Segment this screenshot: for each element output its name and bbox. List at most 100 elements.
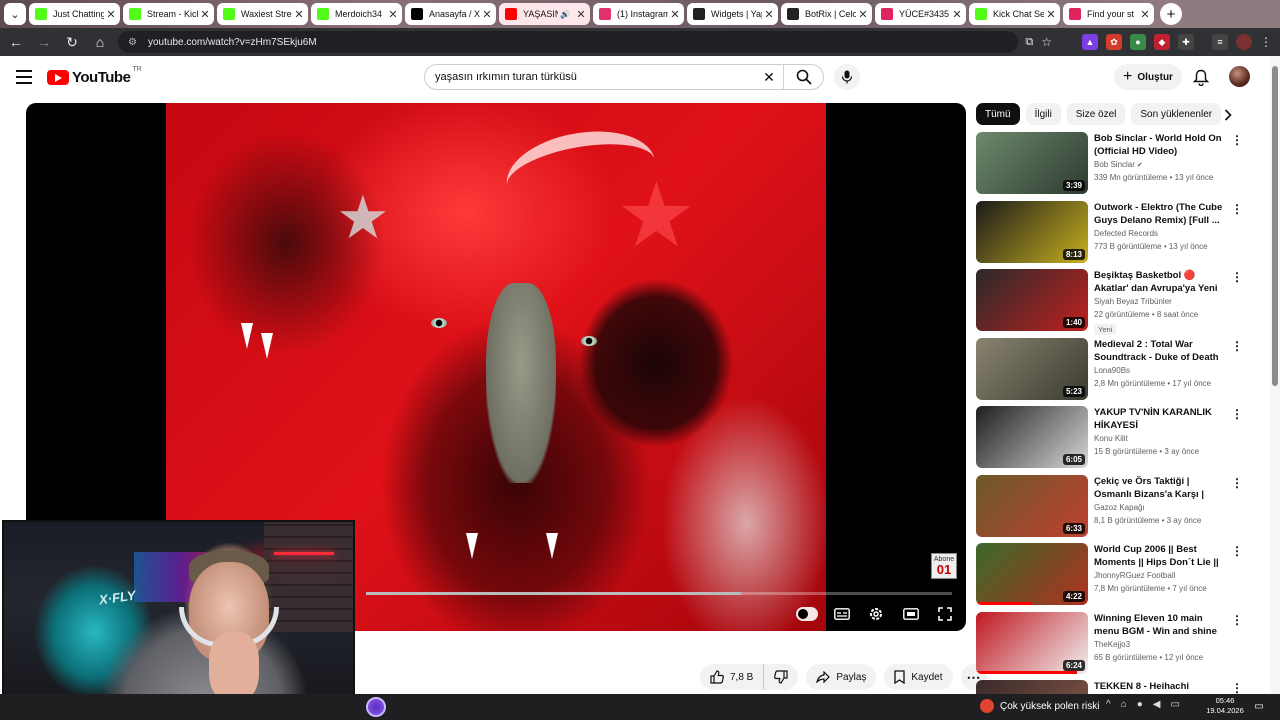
back-button[interactable]: ← (4, 30, 28, 54)
video-thumbnail[interactable]: 1:40 (976, 269, 1088, 331)
video-title[interactable]: Bob Sinclar - World Hold On (Official HD… (1094, 132, 1228, 158)
channel-name[interactable]: Siyah Beyaz Tribünler (1094, 297, 1172, 306)
scrollbar-thumb[interactable] (1272, 66, 1278, 386)
voice-search-button[interactable] (834, 64, 860, 90)
microphone-icon[interactable]: ● (1137, 699, 1143, 710)
fullscreen-button[interactable] (934, 603, 956, 625)
bookmark-star-icon[interactable]: ☆ (1041, 35, 1052, 49)
subscribe-watermark[interactable]: Abone 01 (931, 553, 957, 579)
like-button[interactable]: 7,8 B (700, 664, 765, 690)
recommendation-item[interactable]: 6:33 Çekiç ve Örs Taktiği | Osmanlı Bizan… (976, 474, 1246, 543)
video-title[interactable]: Çekiç ve Örs Taktiği | Osmanlı Bizans'a … (1094, 475, 1228, 501)
recommendation-item[interactable]: 1:40 Beşiktaş Basketbol 🔴 Akatlar' dan Av… (976, 268, 1246, 337)
close-tab-icon[interactable]: ✕ (386, 8, 400, 21)
close-tab-icon[interactable]: ✕ (950, 8, 964, 21)
theater-mode-button[interactable] (900, 603, 922, 625)
progress-bar[interactable] (366, 592, 952, 595)
filter-chip[interactable]: Size özel (1066, 103, 1126, 125)
video-thumbnail[interactable]: 6:24 (976, 611, 1088, 674)
more-vertical-icon[interactable]: ⋮ (1230, 544, 1244, 558)
filter-chip[interactable]: İlgili (1025, 103, 1061, 125)
close-tab-icon[interactable]: ✕ (574, 8, 588, 21)
extension-icon[interactable]: ✿ (1106, 34, 1122, 50)
more-vertical-icon[interactable]: ⋮ (1230, 133, 1244, 147)
video-thumbnail[interactable]: 6:05 (976, 406, 1088, 468)
search-input[interactable]: yaşasın ırkımın turan türküsü (425, 71, 755, 83)
browser-tab[interactable]: BotRix | Celo ✕ (781, 3, 872, 25)
video-title[interactable]: YAKUP TV'NİN KARANLIK HİKAYESİ (1094, 406, 1228, 432)
search-box[interactable]: yaşasın ırkımın turan türküsü ✕ (424, 64, 824, 90)
close-tab-icon[interactable]: ✕ (1138, 8, 1152, 21)
clear-search-icon[interactable]: ✕ (755, 69, 783, 86)
chevron-up-icon[interactable]: ^ (1106, 699, 1111, 710)
search-button[interactable] (783, 65, 823, 89)
battery-icon[interactable]: ▭ (1171, 699, 1180, 710)
video-title[interactable]: Outwork - Elektro (The Cube Guys Delano … (1094, 201, 1228, 227)
channel-name[interactable]: JhonnyRGuez Football (1094, 571, 1175, 580)
chips-next-button[interactable] (1219, 106, 1237, 124)
recommendation-item[interactable]: 3:39 Bob Sinclar - World Hold On (Officia… (976, 131, 1246, 200)
extensions-puzzle-icon[interactable]: ✚ (1178, 34, 1194, 50)
more-vertical-icon[interactable]: ⋮ (1230, 270, 1244, 284)
recommendation-item[interactable]: 6:24 Winning Eleven 10 main menu BGM - Wi… (976, 611, 1246, 680)
subtitles-button[interactable] (831, 603, 853, 625)
network-icon[interactable]: ⌂ (1121, 699, 1127, 710)
home-button[interactable]: ⌂ (88, 30, 112, 54)
account-avatar[interactable] (1229, 66, 1250, 87)
close-tab-icon[interactable]: ✕ (104, 8, 118, 21)
video-thumbnail[interactable]: 8:13 (976, 200, 1088, 263)
channel-name[interactable]: Lona90Bs (1094, 366, 1130, 375)
extension-icon[interactable]: ◆ (1154, 34, 1170, 50)
recommendation-item[interactable]: 4:22 World Cup 2006 || Best Moments || Hi… (976, 542, 1246, 611)
close-tab-icon[interactable]: ✕ (762, 8, 776, 21)
address-bar[interactable]: ⚙ youtube.com/watch?v=zHm7SEkju6M (118, 31, 1018, 53)
cast-icon[interactable]: ⧉ (1025, 36, 1033, 49)
new-tab-button[interactable]: + (1160, 3, 1182, 25)
youtube-logo[interactable]: YouTube TR (47, 66, 142, 86)
more-vertical-icon[interactable]: ⋮ (1230, 476, 1244, 490)
video-title[interactable]: Beşiktaş Basketbol 🔴 Akatlar' dan Avrupa… (1094, 269, 1228, 295)
profile-icon[interactable] (1236, 34, 1252, 50)
video-thumbnail[interactable]: 5:23 (976, 337, 1088, 400)
filter-chip[interactable]: Tümü (976, 103, 1020, 125)
more-vertical-icon[interactable]: ⋮ (1230, 339, 1244, 353)
taskbar-clock[interactable]: 05:46 19.04.2026 (1205, 696, 1245, 716)
autoplay-toggle[interactable] (796, 603, 818, 625)
more-vertical-icon[interactable]: ⋮ (1230, 613, 1244, 627)
volume-icon[interactable]: ◀ (1153, 699, 1161, 710)
settings-button[interactable] (865, 603, 887, 625)
browser-tab[interactable]: Waxiest Stream✕ (217, 3, 308, 25)
speaker-icon[interactable]: 🔊 (558, 10, 572, 19)
browser-tab[interactable]: Merdoich34 ✕ (311, 3, 402, 25)
browser-tab[interactable]: Just Chatting ✕ (29, 3, 120, 25)
video-thumbnail[interactable]: 4:22 (976, 543, 1088, 605)
browser-menu-icon[interactable]: ⋮ (1260, 35, 1272, 49)
browser-tab[interactable]: Anasayfa / X ✕ (405, 3, 496, 25)
page-scrollbar[interactable] (1270, 56, 1280, 694)
more-vertical-icon[interactable]: ⋮ (1230, 681, 1244, 695)
browser-tab[interactable]: Find your st ✕ (1063, 3, 1154, 25)
weather-widget[interactable]: Çok yüksek polen riski (980, 699, 1099, 713)
recommendation-item[interactable]: 8:13 Outwork - Elektro (The Cube Guys Del… (976, 200, 1246, 269)
browser-tab[interactable]: YÜCE#3435 ✕ (875, 3, 966, 25)
reload-button[interactable]: ↻ (60, 30, 84, 54)
filter-chip[interactable]: Son yüklenenler (1131, 103, 1222, 125)
notifications-button[interactable] (1190, 66, 1212, 88)
close-tab-icon[interactable]: ✕ (292, 8, 306, 21)
browser-tab[interactable]: Kick Chat Se ✕ (969, 3, 1060, 25)
site-info-icon[interactable]: ⚙ (128, 37, 142, 48)
dislike-button[interactable] (764, 664, 798, 690)
channel-name[interactable]: Konu Kilit (1094, 434, 1128, 443)
channel-name[interactable]: Gazoz Kapağı (1094, 503, 1145, 512)
notification-center-icon[interactable]: ▭ (1251, 698, 1267, 714)
extension-icon[interactable]: ▲ (1082, 34, 1098, 50)
browser-tab[interactable]: (1) Instagram ✕ (593, 3, 684, 25)
video-title[interactable]: Winning Eleven 10 main menu BGM - Win an… (1094, 612, 1228, 638)
video-title[interactable]: Medieval 2 : Total War Soundtrack - Duke… (1094, 338, 1228, 364)
video-thumbnail[interactable]: 3:39 (976, 132, 1088, 194)
browser-tab[interactable]: YAŞASIN 🔊 ✕ (499, 3, 590, 25)
close-tab-icon[interactable]: ✕ (856, 8, 870, 21)
channel-name[interactable]: TheKejjo3 (1094, 640, 1130, 649)
browser-tab[interactable]: Stream - Kick ✕ (123, 3, 214, 25)
close-tab-icon[interactable]: ✕ (480, 8, 494, 21)
